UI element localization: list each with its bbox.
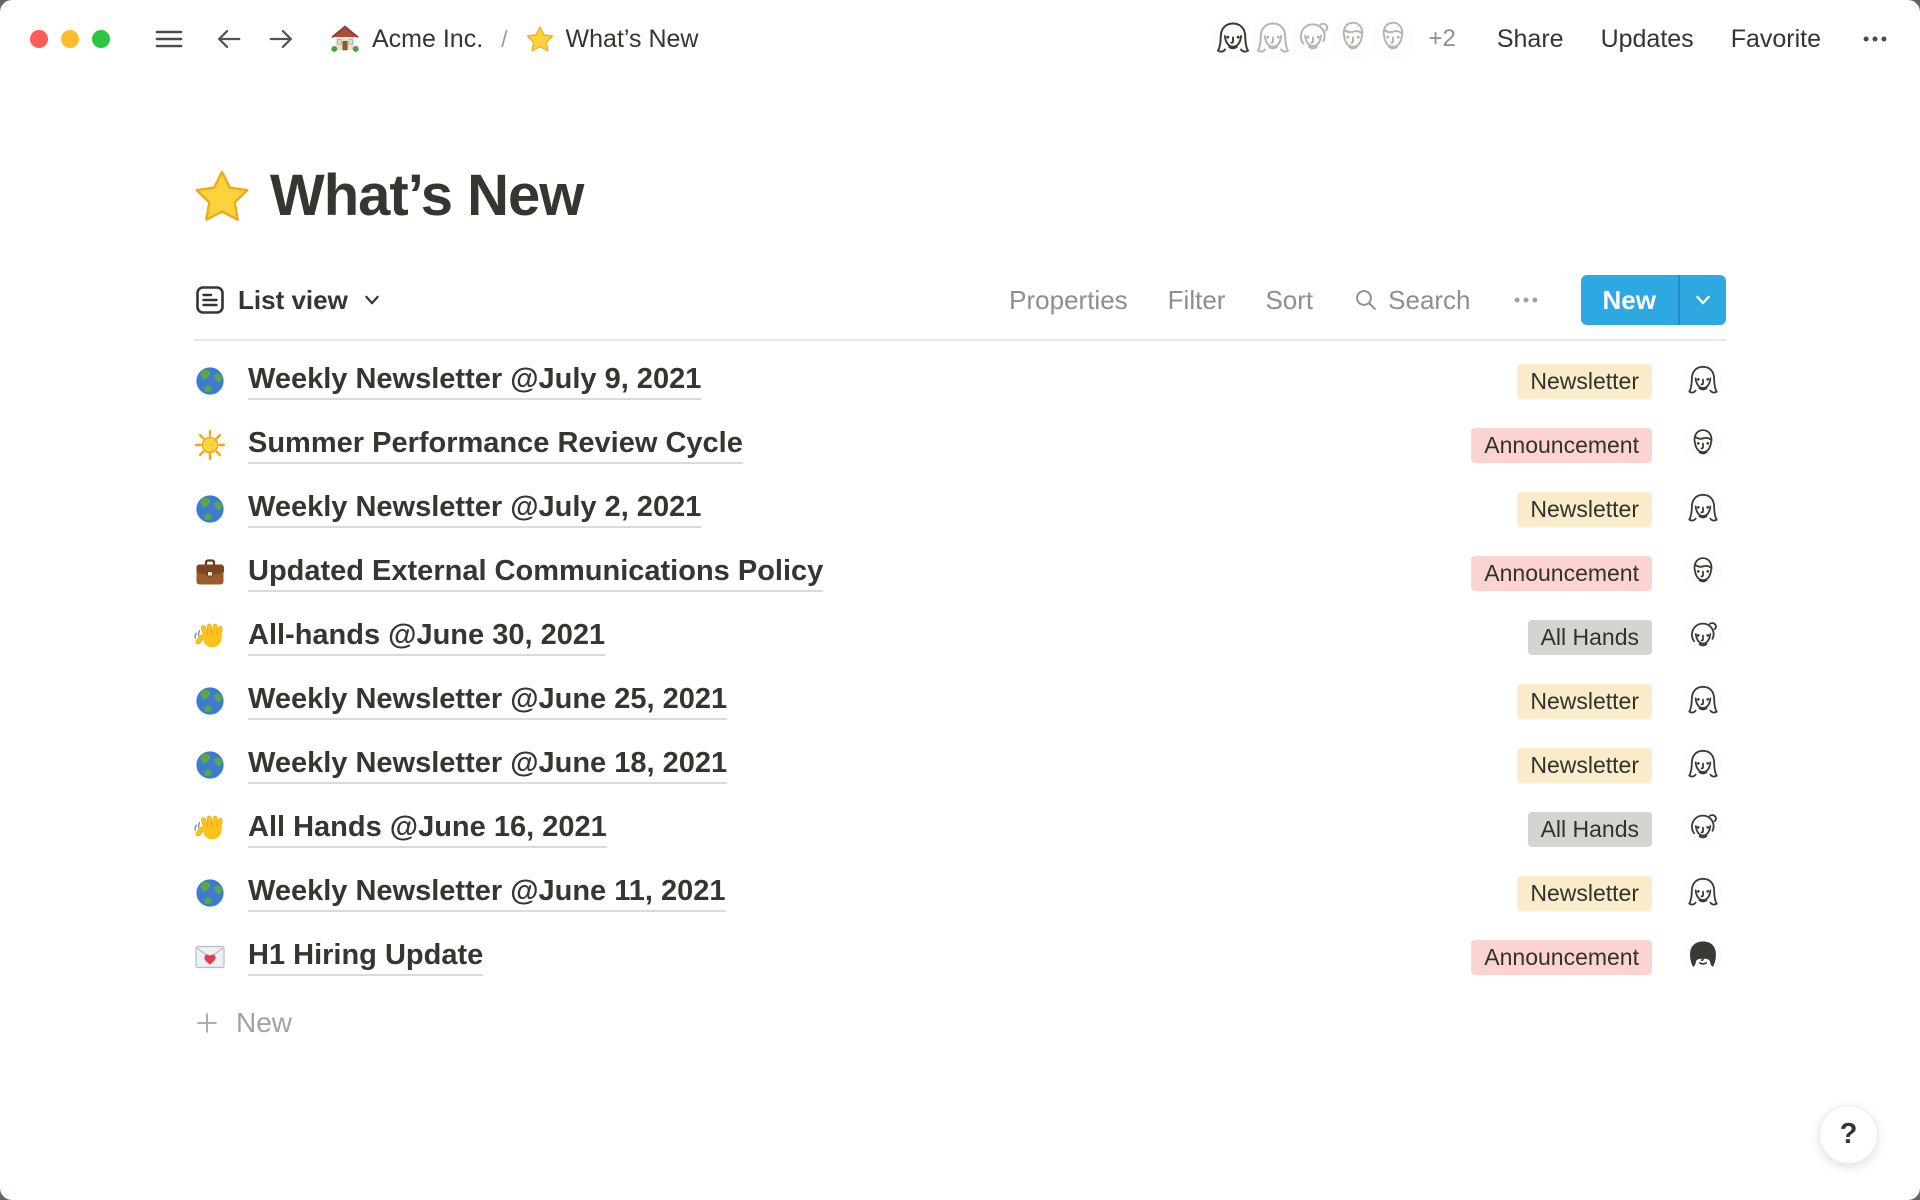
notion-window: Acme Inc. / What’s New +2 Share Updates …	[0, 0, 1920, 1200]
row-avatar	[1682, 360, 1724, 402]
avatar[interactable]	[1368, 14, 1418, 64]
row-avatar	[1682, 488, 1724, 530]
globe-icon	[194, 749, 226, 781]
list-item[interactable]: All Hands @June 16, 2021 All Hands	[194, 797, 1726, 861]
row-tag: Announcement	[1471, 940, 1652, 975]
view-switcher[interactable]: List view	[194, 284, 382, 316]
new-button-label[interactable]: New	[1581, 275, 1678, 325]
add-new-label: New	[236, 1007, 292, 1039]
row-tag: All Hands	[1528, 812, 1652, 847]
row-avatar	[1682, 616, 1724, 658]
row-title-link[interactable]: H1 Hiring Update	[248, 939, 483, 976]
globe-icon	[194, 365, 226, 397]
zoom-window-button[interactable]	[92, 30, 110, 48]
row-title-link[interactable]: All-hands @June 30, 2021	[248, 619, 605, 656]
breadcrumb-workspace[interactable]: Acme Inc.	[372, 25, 483, 54]
globe-icon	[194, 493, 226, 525]
list-item[interactable]: Weekly Newsletter @June 18, 2021 Newslet…	[194, 733, 1726, 797]
row-tag: Newsletter	[1517, 748, 1652, 783]
row-title-link[interactable]: Updated External Communications Policy	[248, 555, 823, 592]
breadcrumb-page[interactable]: What’s New	[566, 25, 699, 54]
list-view-icon	[194, 284, 226, 316]
row-title-link[interactable]: Weekly Newsletter @July 2, 2021	[248, 491, 701, 528]
sidebar-menu-icon[interactable]	[154, 24, 184, 54]
globe-icon	[194, 685, 226, 717]
close-window-button[interactable]	[30, 30, 48, 48]
breadcrumb: Acme Inc. / What’s New	[330, 24, 698, 54]
list-item[interactable]: Weekly Newsletter @July 2, 2021 Newslett…	[194, 477, 1726, 541]
filter-button[interactable]: Filter	[1168, 285, 1226, 316]
forward-arrow-icon[interactable]	[266, 24, 296, 54]
wave-icon	[194, 813, 226, 845]
share-button[interactable]: Share	[1497, 25, 1564, 54]
page-title[interactable]: What’s New	[270, 162, 583, 229]
wave-icon	[194, 621, 226, 653]
list-divider	[194, 339, 1726, 341]
row-title-link[interactable]: Summer Performance Review Cycle	[248, 427, 743, 464]
page-list: Weekly Newsletter @July 9, 2021 Newslett…	[194, 349, 1726, 989]
collaborator-avatars[interactable]	[1208, 14, 1418, 64]
properties-button[interactable]: Properties	[1009, 285, 1128, 316]
plus-icon	[194, 1010, 220, 1036]
avatar-overflow-count[interactable]: +2	[1428, 25, 1455, 53]
row-avatar	[1682, 424, 1724, 466]
row-tag: Announcement	[1471, 428, 1652, 463]
row-avatar	[1682, 552, 1724, 594]
sort-button[interactable]: Sort	[1265, 285, 1313, 316]
row-avatar	[1682, 744, 1724, 786]
view-switcher-label: List view	[238, 285, 348, 316]
list-item[interactable]: Summer Performance Review Cycle Announce…	[194, 413, 1726, 477]
row-tag: All Hands	[1528, 620, 1652, 655]
page-content: What’s New List view Properties Filter S…	[194, 162, 1726, 1053]
row-title-link[interactable]: Weekly Newsletter @June 18, 2021	[248, 747, 727, 784]
favorite-button[interactable]: Favorite	[1731, 25, 1821, 54]
search-icon	[1353, 287, 1379, 313]
row-avatar	[1682, 680, 1724, 722]
row-title-link[interactable]: All Hands @June 16, 2021	[248, 811, 607, 848]
row-tag: Newsletter	[1517, 364, 1652, 399]
list-item[interactable]: H1 Hiring Update Announcement	[194, 925, 1726, 989]
chevron-down-icon	[362, 290, 382, 310]
row-avatar	[1682, 808, 1724, 850]
briefcase-icon	[194, 557, 226, 589]
row-tag: Newsletter	[1517, 492, 1652, 527]
house-icon	[330, 24, 360, 54]
love-letter-icon	[194, 941, 226, 973]
topbar: Acme Inc. / What’s New +2 Share Updates …	[0, 0, 1920, 78]
row-title-link[interactable]: Weekly Newsletter @June 11, 2021	[248, 875, 726, 912]
list-item[interactable]: All-hands @June 30, 2021 All Hands	[194, 605, 1726, 669]
topbar-actions: +2 Share Updates Favorite	[1208, 14, 1892, 64]
breadcrumb-separator: /	[501, 26, 507, 53]
row-tag: Announcement	[1471, 556, 1652, 591]
view-toolbar: List view Properties Filter Sort Search …	[194, 275, 1726, 325]
search-button[interactable]: Search	[1353, 285, 1470, 316]
row-tag: Newsletter	[1517, 684, 1652, 719]
sun-icon	[194, 429, 226, 461]
back-arrow-icon[interactable]	[214, 24, 244, 54]
toolbar-actions: Properties Filter Sort Search New	[1009, 275, 1726, 325]
page-header: What’s New	[194, 162, 1726, 229]
row-tag: Newsletter	[1517, 876, 1652, 911]
updates-button[interactable]: Updates	[1601, 25, 1694, 54]
list-item[interactable]: Updated External Communications Policy A…	[194, 541, 1726, 605]
list-item[interactable]: Weekly Newsletter @July 9, 2021 Newslett…	[194, 349, 1726, 413]
add-new-row[interactable]: New	[194, 993, 1726, 1053]
toolbar-more-icon[interactable]	[1511, 285, 1541, 315]
row-avatar	[1682, 936, 1724, 978]
star-icon	[526, 25, 554, 53]
search-label: Search	[1388, 285, 1470, 316]
row-avatar	[1682, 872, 1724, 914]
row-title-link[interactable]: Weekly Newsletter @June 25, 2021	[248, 683, 727, 720]
new-button-chevron[interactable]	[1680, 275, 1726, 325]
more-options-icon[interactable]	[1858, 24, 1892, 54]
new-button[interactable]: New	[1581, 275, 1726, 325]
help-button[interactable]: ?	[1819, 1105, 1878, 1164]
minimize-window-button[interactable]	[61, 30, 79, 48]
row-title-link[interactable]: Weekly Newsletter @July 9, 2021	[248, 363, 701, 400]
list-item[interactable]: Weekly Newsletter @June 11, 2021 Newslet…	[194, 861, 1726, 925]
list-item[interactable]: Weekly Newsletter @June 25, 2021 Newslet…	[194, 669, 1726, 733]
globe-icon	[194, 877, 226, 909]
window-controls	[30, 30, 110, 48]
star-icon[interactable]	[194, 168, 250, 224]
